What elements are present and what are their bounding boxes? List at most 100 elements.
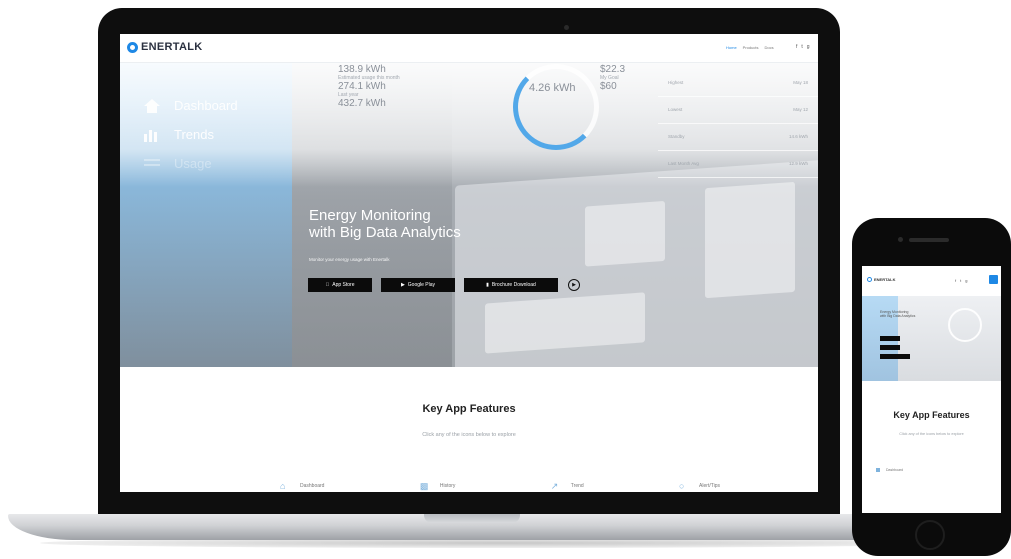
row-value: 12.9 kWh [788,161,808,166]
bill-stat: $22.3 My Goal $60 [600,64,625,92]
phone-speaker [909,238,949,242]
home-icon: ⌂ [280,481,286,491]
menu-label: Trends [174,127,214,142]
button-label: App Store [330,282,354,288]
logo-icon [127,41,138,53]
document-icon: ▮ [486,282,489,288]
trend-icon: ↗ [550,481,559,491]
feature-tab-history[interactable]: ▩ History [419,481,456,491]
row-value: May 18 [793,80,808,85]
feature-tab-dashboard[interactable]: ⌂ Dashboard [280,481,325,491]
menu-label: Usage [174,156,212,171]
hero-subtitle: Monitor your energy usage with Enertalk [309,257,390,262]
row-label: Last Month Avg [668,161,699,166]
download-buttons:  App Store ▶ Google Play ▮ Brochure Dow… [308,278,580,292]
usage-main-value: 138.9 kWh [338,64,386,75]
phone-brand-name: ENERTALK [874,277,896,282]
top-nav: ENERTALK Home Products Docs f t g [120,34,818,63]
hero-title-line-2: with Big Data Analytics [309,224,461,241]
dashboard-icon [144,98,160,113]
phone-camera [898,237,903,242]
menu-label: Dashboard [174,98,238,113]
list-icon [144,158,160,166]
nav-links: Home Products Docs [726,45,774,50]
phone-features-title: Key App Features [893,410,970,420]
laptop-camera [564,25,569,30]
table-row: Lowest May 12 [658,97,818,124]
phone-ring-gauge [948,308,982,342]
phone-feature-tab-dashboard[interactable]: Dashboard [876,468,903,472]
play-store-icon: ▶ [400,282,405,288]
button-label: Google Play [407,282,436,288]
usage-summary-table: Highest May 18 Lowest May 12 Standby 14.6 k… [658,70,818,178]
feature-label: Dashboard [886,468,904,472]
phone-hero-title-line-2: with Big Data Analytics [880,314,916,318]
phone-home-button[interactable] [915,520,945,550]
nav-link-docs[interactable]: Docs [764,45,773,50]
laptop-screen: ENERTALK Home Products Docs f t g Dashbo… [120,34,818,492]
background-card [585,200,665,267]
phone-screen: ENERTALK f t g Energy Monitoring with Bi… [862,266,1001,513]
nav-link-products[interactable]: Products [743,45,759,50]
nav-link-home[interactable]: Home [726,45,737,50]
phone-hero-title: Energy Monitoring with Big Data Analytic… [880,310,915,318]
background-card [705,181,795,299]
google-icon[interactable]: g [807,44,810,50]
google-icon[interactable]: g [965,278,967,283]
laptop-notch [424,514,520,523]
row-label: Highest [668,80,684,85]
phone-brand-logo[interactable]: ENERTALK [867,277,895,282]
google-play-button[interactable]: ▶ Google Play [381,278,455,292]
phone-google-play-button[interactable] [880,345,900,350]
phone-hero: Energy Monitoring with Big Data Analytic… [862,296,1001,381]
feature-label: Alert/Tips [699,483,720,489]
brand-logo[interactable]: ENERTALK [127,41,202,53]
twitter-icon[interactable]: t [801,44,802,50]
twitter-icon[interactable]: t [960,278,961,283]
phone-social-links: f t g [955,278,967,283]
menu-item-trends[interactable]: Trends [144,127,238,142]
facebook-icon[interactable]: f [955,278,956,283]
bill-goal-value: $60 [600,81,617,92]
home-icon [876,468,880,472]
app-store-button[interactable]:  App Store [308,278,372,292]
usage-stat: 138.9 kWh Estimated usage this month 274… [338,64,400,109]
background-card [485,292,645,354]
ring-value: 4.26 kWh [529,82,576,94]
social-links: f t g [796,44,810,50]
bar-chart-icon [144,129,157,142]
logo-icon [867,277,872,282]
dashboard-menu: Dashboard Trends Usage [144,98,238,185]
features-title: Key App Features [422,403,516,415]
phone-features-subtitle: Click any of the icons below to explore [899,432,964,436]
feature-tab-alert[interactable]: ○ Alert/Tips [679,482,720,491]
usage-last-value: 432.7 kWh [338,98,386,109]
hamburger-menu-icon[interactable] [989,275,998,284]
facebook-icon[interactable]: f [796,44,797,50]
feature-label: History [439,483,456,489]
usage-estimate-value: 274.1 kWh [338,81,386,92]
hero-title-line-1: Energy Monitoring [309,207,431,224]
feature-label: Trend [570,483,584,489]
brochure-download-button[interactable]: ▮ Brochure Download [464,278,558,292]
features-subtitle: Click any of the icons below to explore [422,432,516,438]
table-row: Highest May 18 [658,70,818,97]
apple-icon:  [326,282,330,288]
feature-tabs: ⌂ Dashboard ▩ History ↗ Trend ○ Alert/Tips [280,481,720,491]
menu-item-usage[interactable]: Usage [144,156,238,171]
row-label: Lowest [668,107,683,112]
phone-frame: ENERTALK f t g Energy Monitoring with Bi… [852,218,1011,556]
button-label: Brochure Download [491,282,536,288]
feature-tab-trend[interactable]: ↗ Trend [550,481,584,491]
feature-label: Dashboard [300,483,325,489]
phone-app-store-button[interactable] [880,336,900,341]
menu-item-dashboard[interactable]: Dashboard [144,98,238,113]
table-row: Standby 14.6 kWh [658,124,818,151]
row-value: 14.6 kWh [788,134,808,139]
row-label: Standby [668,134,685,139]
phone-brochure-button[interactable] [880,354,910,359]
play-video-icon[interactable]: ▶ [568,279,580,291]
phone-nav: ENERTALK f t g [862,266,1001,296]
bar-chart-icon: ▩ [419,481,429,491]
bill-value: $22.3 [600,64,626,75]
